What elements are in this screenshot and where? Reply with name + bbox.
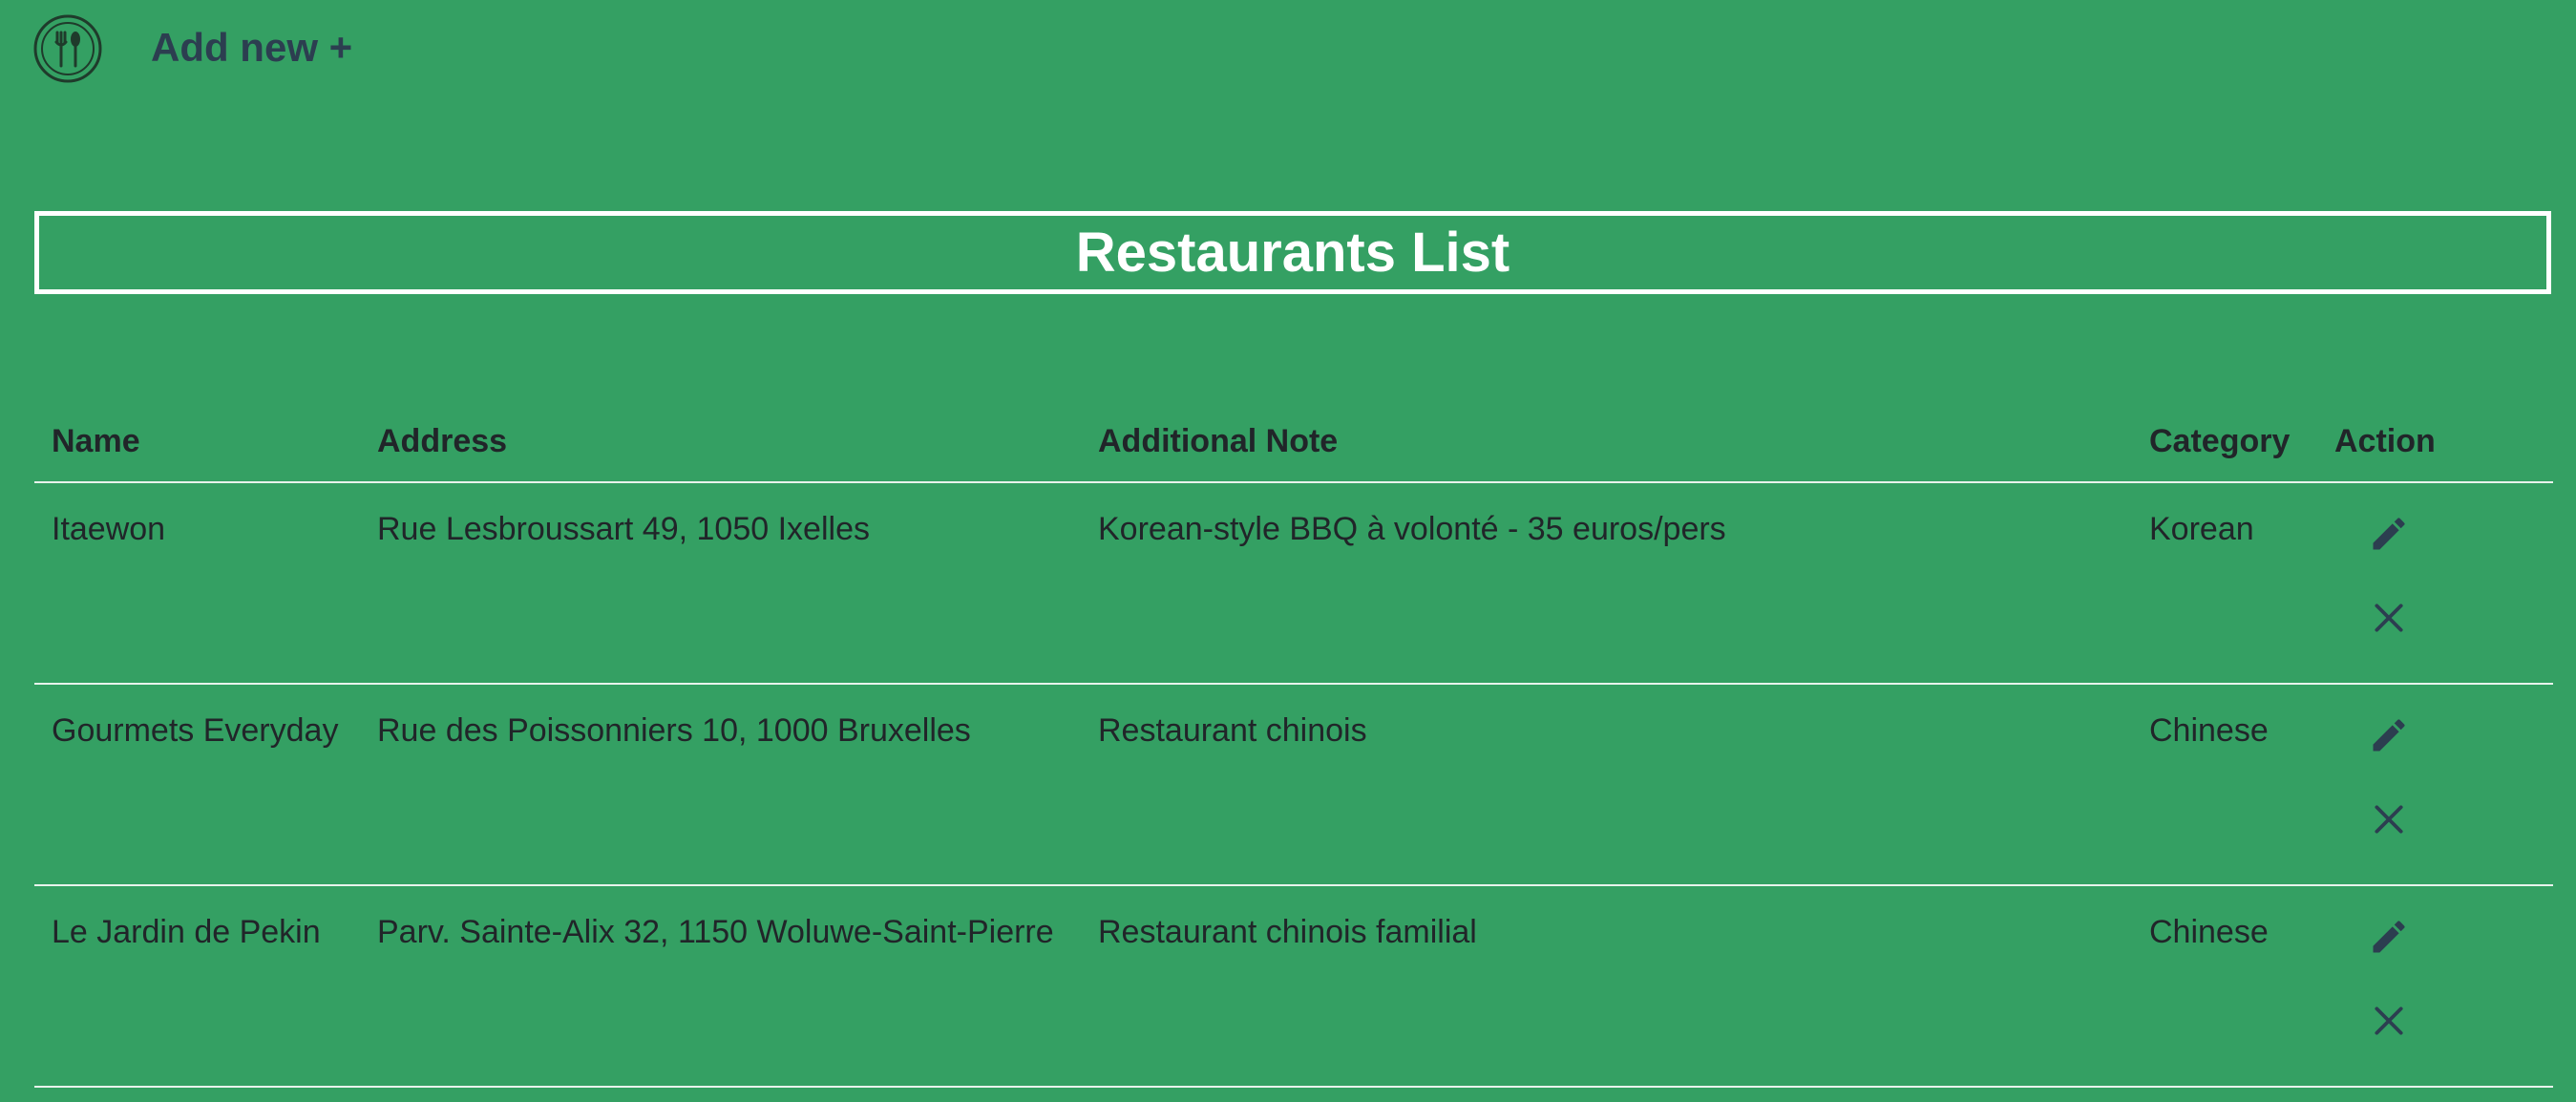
table-header-row: Name Address Additional Note Category Ac… xyxy=(34,401,2553,483)
cell-note: Korean-style BBQ à volonté - 35 euros/pe… xyxy=(1081,482,2132,685)
table-row: Itaewon Rue Lesbroussart 49, 1050 Ixelle… xyxy=(34,482,2553,685)
row-actions xyxy=(2334,907,2536,1047)
table-row: Gourmets Everyday Rue des Poissonniers 1… xyxy=(34,684,2553,886)
cell-address: Parv. Sainte-Alix 32, 1150 Woluwe-Saint-… xyxy=(360,885,1081,1088)
cell-note: Restaurant chinois xyxy=(1081,684,2132,886)
restaurants-table: Name Address Additional Note Category Ac… xyxy=(34,401,2553,1088)
add-new-link[interactable]: Add new + xyxy=(151,21,352,74)
row-actions xyxy=(2334,706,2536,845)
pencil-edit-icon[interactable] xyxy=(2363,911,2415,963)
pencil-edit-icon[interactable] xyxy=(2363,508,2415,560)
page-title-box: Restaurants List xyxy=(34,211,2551,294)
cell-note: Restaurant chinois familial xyxy=(1081,885,2132,1088)
close-x-icon[interactable] xyxy=(2363,592,2415,644)
cell-actions xyxy=(2317,482,2553,685)
restaurants-table-container: Name Address Additional Note Category Ac… xyxy=(34,401,2553,1088)
page-title: Restaurants List xyxy=(1075,221,1510,284)
column-header-category: Category xyxy=(2132,401,2317,483)
column-header-action: Action xyxy=(2317,401,2553,483)
cell-name: Le Jardin de Pekin xyxy=(34,885,360,1088)
column-header-note: Additional Note xyxy=(1081,401,2132,483)
cell-name: Itaewon xyxy=(34,482,360,685)
cell-address: Rue Lesbroussart 49, 1050 Ixelles xyxy=(360,482,1081,685)
cell-category: Chinese xyxy=(2132,885,2317,1088)
cell-name: Gourmets Everyday xyxy=(34,684,360,886)
cell-actions xyxy=(2317,684,2553,886)
pencil-edit-icon[interactable] xyxy=(2363,710,2415,761)
cell-category: Chinese xyxy=(2132,684,2317,886)
cell-actions xyxy=(2317,885,2553,1088)
close-x-icon[interactable] xyxy=(2363,995,2415,1047)
restaurant-utensils-icon[interactable] xyxy=(32,13,103,84)
cell-category: Korean xyxy=(2132,482,2317,685)
cell-address: Rue des Poissonniers 10, 1000 Bruxelles xyxy=(360,684,1081,886)
table-row: Le Jardin de Pekin Parv. Sainte-Alix 32,… xyxy=(34,885,2553,1088)
column-header-name: Name xyxy=(34,401,360,483)
close-x-icon[interactable] xyxy=(2363,794,2415,845)
top-navbar: Add new + xyxy=(0,0,2576,95)
row-actions xyxy=(2334,504,2536,644)
column-header-address: Address xyxy=(360,401,1081,483)
